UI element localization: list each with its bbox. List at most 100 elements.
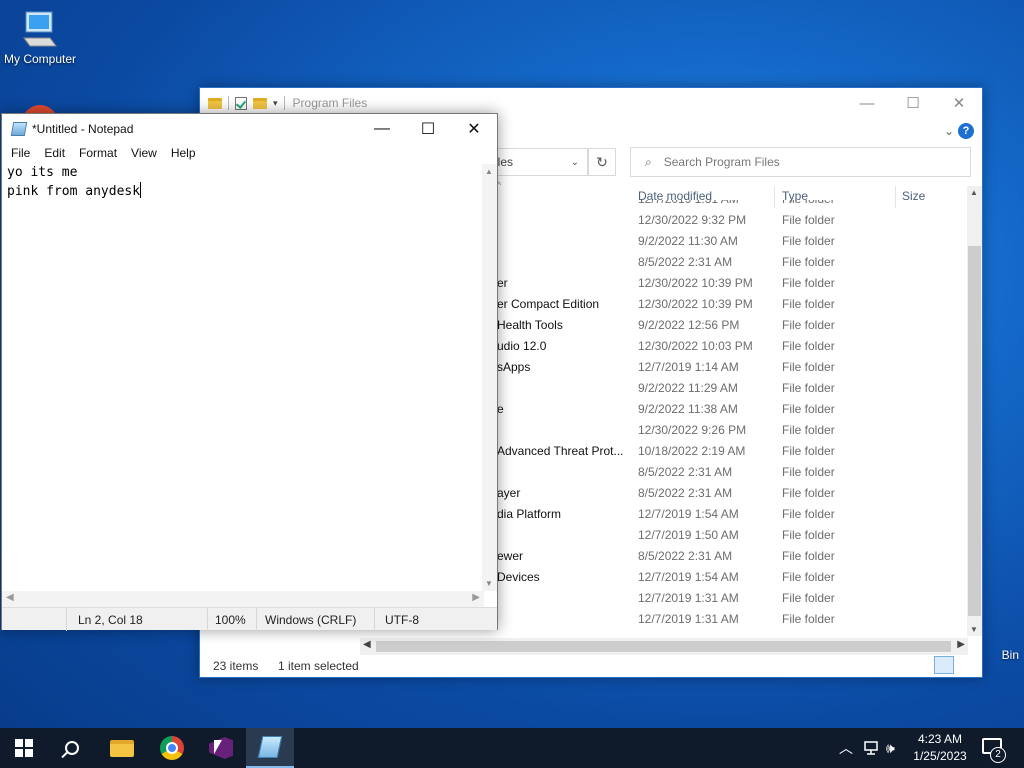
row-name: Health Tools [497,318,563,332]
close-button[interactable]: ✕ [936,88,982,118]
menu-format[interactable]: Format [72,144,124,164]
taskbar: ︿ 🕪 4:23 AM 1/25/2023 2 [0,728,1024,768]
file-list-row[interactable]: dia Platform 12/7/2019 1:54 AM File folder [497,504,967,525]
file-list-row[interactable]: 9/2/2022 11:30 AM File folder [497,231,967,252]
row-type: File folder [782,234,835,248]
taskbar-file-explorer[interactable] [98,728,146,768]
file-list-row[interactable]: ayer 8/5/2022 2:31 AM File folder [497,483,967,504]
row-name: Advanced Threat Prot... [497,444,624,458]
row-date: 9/2/2022 11:38 AM [638,402,738,416]
speaker-icon: 🕪 [886,739,895,756]
notepad-icon [257,736,283,758]
file-list-row[interactable]: e 9/2/2022 11:38 AM File folder [497,399,967,420]
file-list-row[interactable]: sApps 12/7/2019 1:14 AM File folder [497,357,967,378]
scroll-down-icon[interactable]: ▼ [970,625,978,634]
large-icons-view-button[interactable] [956,656,976,674]
menu-edit[interactable]: Edit [37,144,72,164]
text-editor[interactable]: yo its me pink from anydesk [2,164,484,588]
horizontal-scrollbar[interactable]: ◀ ▶ [2,591,484,607]
clock-date: 1/25/2023 [913,749,967,763]
menu-view[interactable]: View [124,144,164,164]
file-list-row[interactable]: udio 12.0 12/30/2022 10:03 PM File folder [497,336,967,357]
scroll-right-icon[interactable]: ▶ [472,592,480,603]
volume-icon[interactable]: 🕪 [886,728,895,768]
cursor-position: Ln 2, Col 18 [78,613,143,627]
new-folder-icon[interactable] [253,97,267,109]
vertical-scrollbar[interactable]: ▲ ▼ [482,164,497,591]
file-list-row[interactable]: 12/7/2019 1:50 AM File folder [497,525,967,546]
maximize-button[interactable]: ☐ [405,114,451,144]
file-list-row[interactable]: Health Tools 9/2/2022 12:56 PM File folder [497,315,967,336]
taskbar-chrome[interactable] [148,728,196,768]
refresh-button[interactable]: ↻ [588,148,616,176]
file-list-row[interactable]: 8/5/2022 2:31 AM File folder [497,462,967,483]
taskbar-notepad[interactable] [246,728,294,768]
file-list-row[interactable]: er 12/30/2022 10:39 PM File folder [497,273,967,294]
help-icon[interactable]: ? [958,123,974,139]
zoom-level: 100% [215,613,246,627]
menu-file[interactable]: File [4,144,37,164]
scroll-right-icon[interactable]: ▶ [957,639,965,650]
file-list-row[interactable]: 12/30/2022 9:32 PM File folder [497,210,967,231]
file-list-row[interactable]: 8/5/2022 2:31 AM File folder [497,252,967,273]
minimize-button[interactable]: — [359,114,405,144]
scroll-down-icon[interactable]: ▼ [485,579,493,588]
scroll-up-icon[interactable]: ▲ [970,188,978,197]
file-list-row[interactable]: 12/7/2019 1:31 AM File folder [497,200,967,210]
row-type: File folder [782,612,835,626]
notepad-window[interactable]: *Untitled - Notepad — ☐ ✕ File Edit Form… [1,113,498,631]
file-list-row[interactable]: 9/2/2022 11:29 AM File folder [497,378,967,399]
editor-line-1: yo its me [7,165,78,180]
network-icon[interactable] [862,728,880,768]
file-list-row[interactable]: er Compact Edition 12/30/2022 10:39 PM Fil… [497,294,967,315]
row-type: File folder [782,402,835,416]
refresh-icon: ↻ [596,153,608,170]
start-button[interactable] [0,728,48,768]
horizontal-scrollbar[interactable]: ◀ ▶ [360,638,968,655]
row-date: 12/30/2022 10:39 PM [638,276,753,290]
file-list-row[interactable]: 12/30/2022 9:26 PM File folder [497,420,967,441]
search-button[interactable] [48,728,96,768]
file-list-row[interactable]: Advanced Threat Prot... 10/18/2022 2:19 A… [497,441,967,462]
scroll-left-icon[interactable]: ◀ [363,639,371,650]
maximize-button[interactable]: ☐ [890,88,936,118]
row-date: 12/30/2022 10:39 PM [638,297,753,311]
customize-quick-access-icon[interactable]: ▾ [273,98,278,109]
desktop-icon-my-computer[interactable]: My Computer [0,8,80,66]
search-input[interactable]: ⌕ Search Program Files [630,147,971,177]
chevron-down-icon[interactable]: ⌄ [571,157,579,168]
divider [228,96,229,110]
row-name: er Compact Edition [497,297,600,311]
expand-ribbon-icon[interactable]: ⌄ [944,124,954,138]
show-hidden-icons[interactable]: ︿ [839,728,853,768]
minimize-button[interactable]: — [844,88,890,118]
file-list-row[interactable]: 12/7/2019 1:31 AM File folder [497,609,967,630]
network-monitor-icon [864,741,878,755]
row-date: 12/7/2019 1:14 AM [638,360,739,374]
row-name: dia Platform [497,507,562,521]
item-count: 23 items [213,659,259,673]
system-clock[interactable]: 4:23 AM 1/25/2023 [905,731,975,765]
file-list-row[interactable]: Devices 12/7/2019 1:54 AM File folder [497,567,967,588]
notepad-titlebar[interactable]: *Untitled - Notepad — ☐ ✕ [2,114,497,144]
row-type: File folder [782,255,835,269]
scroll-up-icon[interactable]: ▲ [485,167,493,176]
notepad-statusbar: Ln 2, Col 18 100% Windows (CRLF) UTF-8 [2,607,497,631]
explorer-statusbar: 23 items 1 item selected [200,655,982,677]
scroll-left-icon[interactable]: ◀ [6,592,14,603]
row-date: 12/7/2019 1:31 AM [638,200,739,206]
details-view-button[interactable] [934,656,954,674]
text-caret [140,182,142,198]
row-type: File folder [782,339,835,353]
clock-time: 4:23 AM [917,732,963,746]
scrollbar-thumb[interactable] [376,641,951,652]
vertical-scrollbar[interactable]: ▲ ▼ [967,186,982,636]
line-endings: Windows (CRLF) [265,613,357,627]
file-list-row[interactable]: 12/7/2019 1:31 AM File folder [497,588,967,609]
properties-icon[interactable] [235,96,247,110]
menu-help[interactable]: Help [164,144,203,164]
close-button[interactable]: ✕ [451,114,497,144]
file-list-row[interactable]: ewer 8/5/2022 2:31 AM File folder [497,546,967,567]
row-type: File folder [782,591,835,605]
scrollbar-thumb[interactable] [968,246,981,616]
